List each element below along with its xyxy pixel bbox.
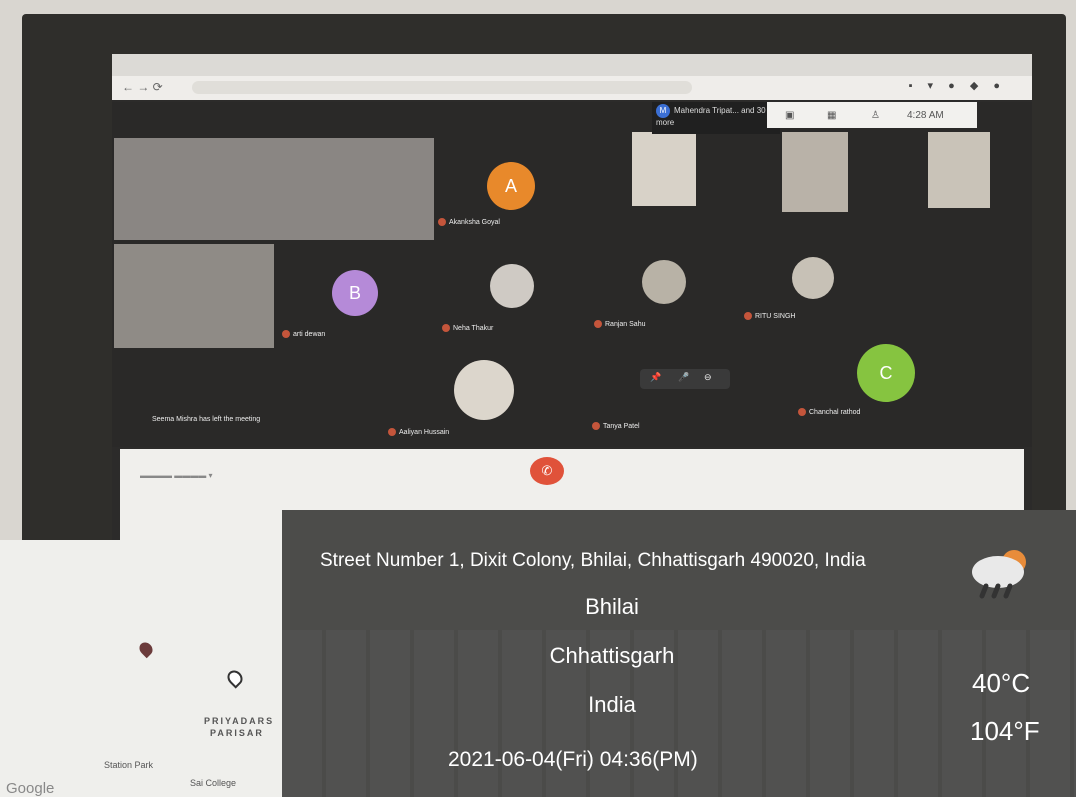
participant-name: Ranjan Sahu xyxy=(594,320,645,328)
meet-top-controls: ▣ ▦ ♙ 4:28 AM xyxy=(767,102,977,128)
participant-photo xyxy=(792,257,834,299)
city-text: Bhilai xyxy=(585,594,639,619)
video-tile[interactable] xyxy=(632,132,696,206)
map-thumbnail[interactable]: PRIYADARS PARISAR Station Park Sai Colle… xyxy=(0,540,292,797)
remove-icon[interactable]: ⊖ xyxy=(704,372,712,383)
address-text: Street Number 1, Dixit Colony, Bhilai, C… xyxy=(320,550,866,571)
browser-tab-strip[interactable] xyxy=(112,54,1032,76)
video-tile[interactable] xyxy=(114,244,274,348)
participant-photo xyxy=(642,260,686,304)
browser-address-bar[interactable]: ← → ⟳ xyxy=(112,76,1032,100)
video-tile[interactable] xyxy=(928,132,990,208)
participant-avatar: C xyxy=(857,344,915,402)
map-label: PARISAR xyxy=(210,728,264,738)
video-tile[interactable] xyxy=(114,138,434,240)
map-label: PRIYADARS xyxy=(204,716,275,726)
notification-text: Mahendra Tripat... and 30 more xyxy=(656,106,766,127)
cloud-rain-icon xyxy=(972,550,1026,599)
map-label: Station Park xyxy=(104,760,154,770)
video-tile[interactable] xyxy=(782,132,848,212)
temperature-celsius: 40°C xyxy=(972,668,1031,698)
map-pin-icon xyxy=(136,639,156,659)
participant-controls[interactable]: 📌 🎤 ⊖ xyxy=(640,369,730,389)
participant-avatar: B xyxy=(332,270,378,316)
country-text: India xyxy=(588,692,636,717)
map-label: Sai College xyxy=(190,778,237,788)
participant-name: RITU SINGH xyxy=(744,312,795,320)
participant-photo xyxy=(454,360,514,420)
url-field[interactable] xyxy=(192,81,692,94)
participant-name: Akanksha Goyal xyxy=(438,218,500,226)
temperature-fahrenheit: 104°F xyxy=(970,716,1040,746)
meet-window: ← → ⟳ ▪ ▾ ● ◆ ● A Akanksha Goyal B arti … xyxy=(112,54,1032,554)
google-logo: Google xyxy=(6,780,55,797)
captions-icon[interactable]: ▣ xyxy=(785,110,794,121)
participant-avatar: A xyxy=(487,162,535,210)
extensions-icon[interactable]: ▪ ▾ ● ◆ ● xyxy=(909,79,1006,92)
participant-photo xyxy=(490,264,534,308)
video-grid: A Akanksha Goyal B arti dewan Neha Thaku… xyxy=(112,102,1032,447)
people-icon[interactable]: ♙ xyxy=(871,110,880,121)
pin-icon[interactable]: 📌 xyxy=(650,372,661,383)
notification-avatar: M xyxy=(656,104,670,118)
station-pin-icon xyxy=(224,667,246,689)
datetime-text: 2021-06-04(Fri) 04:36(PM) xyxy=(448,748,698,771)
participant-name: Tanya Patel xyxy=(592,422,640,430)
mute-icon[interactable]: 🎤 xyxy=(678,372,689,383)
participant-name: arti dewan xyxy=(282,330,325,338)
state-text: Chhattisgarh xyxy=(549,643,675,668)
participant-name: Aaliyan Hussain xyxy=(388,428,449,436)
meeting-details-link[interactable]: ▬▬▬▬ ▬▬▬▬ ▾ xyxy=(140,471,212,480)
participant-name: Chanchal rathod xyxy=(798,408,860,416)
left-meeting-message: Seema Mishra has left the meeting xyxy=(152,416,261,423)
join-notification: M Mahendra Tripat... and 30 more xyxy=(652,102,780,134)
monitor-bezel: ← → ⟳ ▪ ▾ ● ◆ ● A Akanksha Goyal B arti … xyxy=(22,14,1066,554)
gps-overlay: Street Number 1, Dixit Colony, Bhilai, C… xyxy=(282,510,1076,797)
meet-clock: 4:28 AM xyxy=(907,110,944,121)
participant-name: Neha Thakur xyxy=(442,324,493,332)
layout-icon[interactable]: ▦ xyxy=(827,110,836,121)
end-call-button[interactable]: ✆ xyxy=(530,457,564,485)
back-forward-icon[interactable]: ← → ⟳ xyxy=(122,80,163,94)
